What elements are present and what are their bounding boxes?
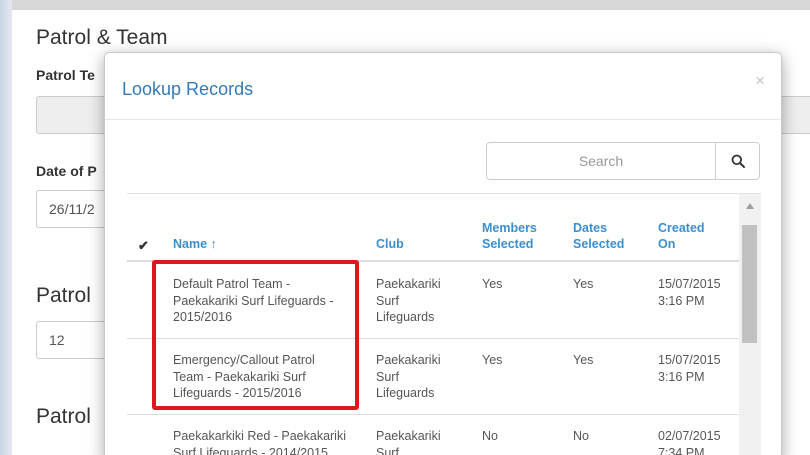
- created-on-column-header[interactable]: Created On: [658, 220, 705, 252]
- search-input[interactable]: [486, 142, 716, 180]
- row-club-line: Surf: [376, 369, 399, 384]
- dates-header-line1: Dates: [573, 221, 608, 235]
- row-dates-cell: No: [573, 429, 589, 443]
- row-created-cell: 15/07/2015 3:16 PM: [658, 352, 721, 385]
- close-icon[interactable]: ×: [755, 71, 765, 91]
- row-members-cell: Yes: [482, 277, 503, 291]
- search-button[interactable]: [715, 142, 760, 180]
- members-selected-column-header[interactable]: Members Selected: [482, 220, 537, 252]
- row-name-line: Surf Lifeguards - 2014/2015: [173, 445, 328, 455]
- members-header-line2: Selected: [482, 237, 534, 251]
- row-members-cell: No: [482, 429, 498, 443]
- table-header: ✔ Name ↑ Club Members Selected Dates Sel…: [127, 194, 739, 262]
- row-created-date: 15/07/2015: [658, 353, 721, 367]
- members-header-line1: Members: [482, 221, 537, 235]
- row-created-time: 3:16 PM: [658, 293, 705, 308]
- name-header-label: Name: [173, 237, 208, 251]
- row-name-line: Paekakarkiki Red - Paekakariki: [173, 429, 346, 443]
- row-club-line: Surf: [376, 445, 399, 455]
- row-created-time: 7:34 PM: [658, 445, 705, 455]
- row-created-cell: 15/07/2015 3:16 PM: [658, 276, 721, 309]
- row-club-line: Lifeguards: [376, 310, 435, 324]
- table-scrollbar-thumb[interactable]: [742, 225, 757, 343]
- row-created-time: 3:16 PM: [658, 369, 705, 384]
- search-group: [486, 142, 760, 180]
- row-created-date: 02/07/2015: [658, 429, 721, 443]
- row-club-line: Paekakariki: [376, 277, 441, 291]
- row-dates-cell: Yes: [573, 277, 594, 291]
- dates-header-line2: Selected: [573, 237, 625, 251]
- highlight-annotation-box: [152, 260, 359, 410]
- row-members-cell: Yes: [482, 353, 503, 367]
- row-club-line: Paekakariki: [376, 429, 441, 443]
- created-header-line2: On: [658, 237, 676, 251]
- name-column-header[interactable]: Name ↑: [173, 236, 217, 252]
- table-row[interactable]: Paekakarkiki Red - Paekakariki Surf Life…: [127, 416, 739, 455]
- created-header-line1: Created: [658, 221, 705, 235]
- patrol-heading: Patrol: [36, 284, 91, 307]
- date-label: Date of P: [36, 163, 97, 179]
- modal-header: Lookup Records ×: [105, 53, 781, 120]
- dates-selected-column-header[interactable]: Dates Selected: [573, 220, 624, 252]
- sort-ascending-icon: ↑: [210, 237, 217, 251]
- left-edge-strip: [0, 0, 12, 455]
- row-created-cell: 02/07/2015 7:34 PM: [658, 428, 721, 455]
- patrol-team-label: Patrol Te: [36, 67, 95, 83]
- row-club-cell: Paekakariki Surf: [376, 428, 441, 455]
- row-name-cell: Paekakarkiki Red - Paekakariki Surf Life…: [173, 428, 346, 455]
- search-icon: [731, 154, 745, 168]
- row-club-line: Paekakariki: [376, 353, 441, 367]
- section-title: Patrol & Team: [36, 26, 168, 49]
- row-club-line: Lifeguards: [376, 386, 435, 400]
- select-all-check-icon[interactable]: ✔: [138, 238, 149, 254]
- club-column-header[interactable]: Club: [376, 236, 404, 252]
- scroll-up-arrow-icon[interactable]: [739, 200, 761, 212]
- row-created-date: 15/07/2015: [658, 277, 721, 291]
- patrol-heading-2: Patrol: [36, 405, 91, 428]
- row-club-line: Surf: [376, 293, 399, 308]
- row-club-cell: Paekakariki Surf Lifeguards: [376, 276, 441, 326]
- row-club-cell: Paekakariki Surf Lifeguards: [376, 352, 441, 402]
- row-dates-cell: Yes: [573, 353, 594, 367]
- modal-title: Lookup Records: [122, 79, 254, 99]
